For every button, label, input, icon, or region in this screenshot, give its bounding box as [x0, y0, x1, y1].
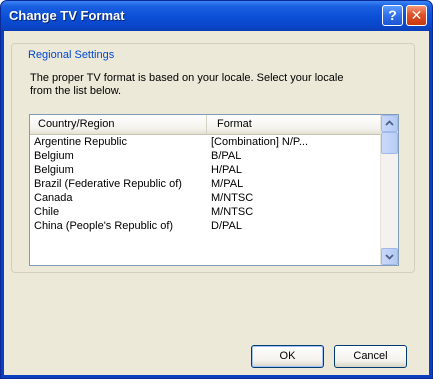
description-text: The proper TV format is based on your lo…	[30, 72, 344, 97]
dialog-window: Change TV Format ? ✕ Regional Settings T…	[0, 0, 433, 379]
chevron-down-icon	[385, 254, 394, 260]
vertical-scrollbar[interactable]	[380, 115, 398, 265]
column-header-format[interactable]: Format	[207, 115, 383, 134]
format-cell: M/NTSC	[211, 206, 254, 218]
help-icon: ?	[388, 7, 397, 23]
format-cell: D/PAL	[211, 220, 242, 232]
list-item[interactable]: Brazil (Federative Republic of) M/PAL	[30, 177, 381, 191]
dialog-title: Change TV Format	[9, 8, 125, 23]
country-cell: China (People's Republic of)	[34, 220, 174, 232]
list-rows: Argentine Republic [Combination] N/P... …	[30, 135, 381, 233]
country-cell: Brazil (Federative Republic of)	[34, 178, 182, 190]
list-item[interactable]: Argentine Republic [Combination] N/P...	[30, 135, 381, 149]
locale-list[interactable]: Country/Region Format Argentine Republic…	[29, 114, 399, 266]
format-cell: M/PAL	[211, 178, 244, 190]
scroll-thumb[interactable]	[381, 132, 398, 154]
list-item[interactable]: China (People's Republic of) D/PAL	[30, 219, 381, 233]
list-item[interactable]: Belgium H/PAL	[30, 163, 381, 177]
format-cell: M/NTSC	[211, 192, 254, 204]
help-button[interactable]: ?	[382, 5, 403, 26]
dialog-body: Regional Settings The proper TV format i…	[4, 31, 429, 375]
country-cell: Chile	[34, 206, 60, 218]
ok-button[interactable]: OK	[251, 345, 324, 368]
close-button[interactable]: ✕	[406, 5, 427, 26]
cancel-button[interactable]: Cancel	[334, 345, 407, 368]
chevron-up-icon	[385, 120, 394, 126]
list-item[interactable]: Canada M/NTSC	[30, 191, 381, 205]
format-cell: [Combination] N/P...	[211, 136, 309, 148]
column-header-country[interactable]: Country/Region	[30, 115, 207, 134]
country-cell: Argentine Republic	[34, 136, 127, 148]
country-cell: Canada	[34, 192, 73, 204]
list-item[interactable]: Chile M/NTSC	[30, 205, 381, 219]
format-cell: H/PAL	[211, 164, 242, 176]
scroll-down-button[interactable]	[381, 248, 398, 265]
regional-settings-group: Regional Settings The proper TV format i…	[11, 43, 415, 273]
list-item[interactable]: Belgium B/PAL	[30, 149, 381, 163]
group-label: Regional Settings	[26, 49, 117, 61]
scroll-up-button[interactable]	[381, 115, 398, 132]
close-icon: ✕	[410, 7, 423, 23]
title-bar[interactable]: Change TV Format ? ✕	[1, 1, 432, 31]
country-cell: Belgium	[34, 164, 74, 176]
country-cell: Belgium	[34, 150, 74, 162]
list-header: Country/Region Format	[30, 115, 381, 135]
format-cell: B/PAL	[211, 150, 242, 162]
